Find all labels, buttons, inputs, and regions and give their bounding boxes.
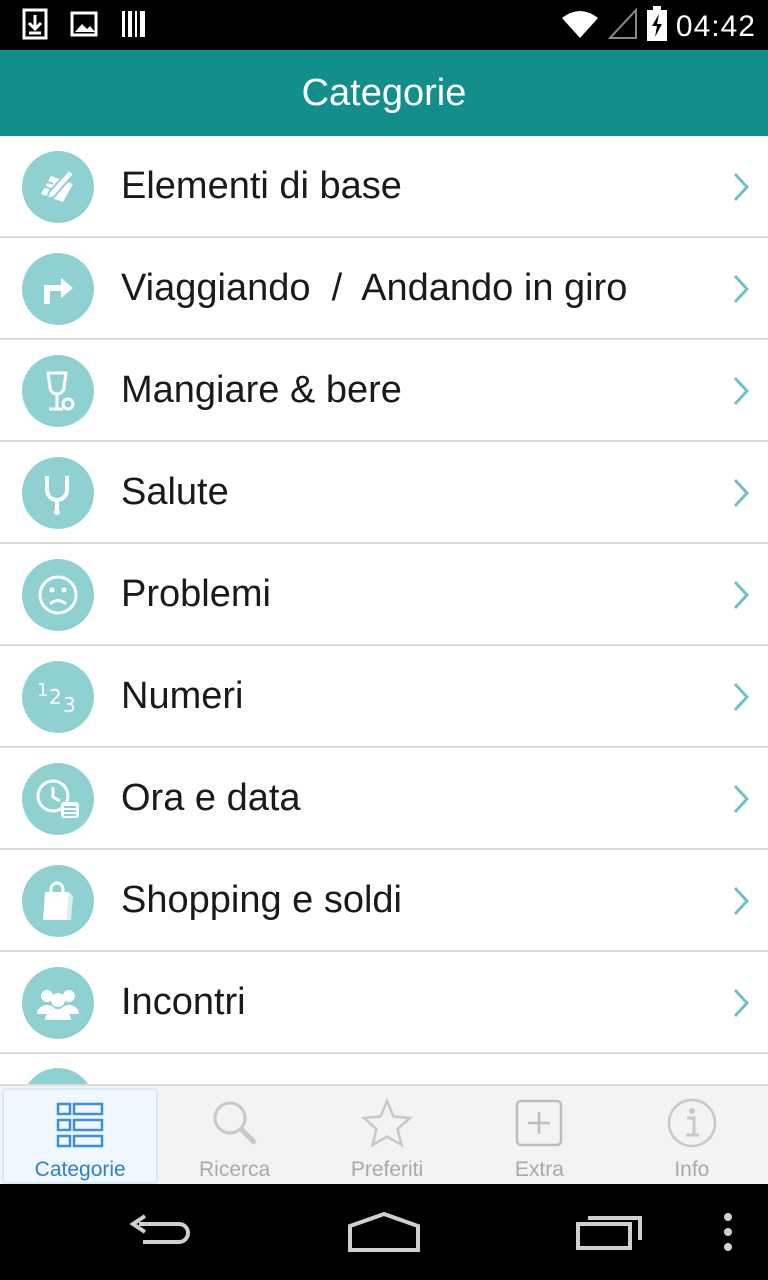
category-item-viaggiando[interactable]: Viaggiando / Andando in giro (0, 238, 768, 340)
shopping-bag-icon (22, 865, 94, 937)
chevron-right-icon (730, 884, 752, 918)
info-icon (665, 1096, 719, 1150)
tab-extra[interactable]: Extra (463, 1086, 615, 1184)
clock-calendar-icon (22, 763, 94, 835)
category-item-salute[interactable]: Salute (0, 442, 768, 544)
numbers-icon: 123 (22, 661, 94, 733)
chevron-right-icon (730, 782, 752, 816)
category-item-problemi[interactable]: Problemi (0, 544, 768, 646)
chevron-right-icon (730, 272, 752, 306)
category-item-ora-e-data[interactable]: Ora e data (0, 748, 768, 850)
status-time: 04:42 (675, 9, 756, 43)
category-label: Elementi di base (121, 164, 402, 207)
svg-text:2: 2 (49, 685, 62, 709)
tab-info[interactable]: Info (616, 1086, 768, 1184)
image-icon (70, 8, 98, 45)
category-label: Incontri (121, 980, 246, 1023)
category-label: Numeri (121, 674, 244, 717)
overflow-menu-icon[interactable] (718, 1208, 738, 1256)
category-item-partial[interactable] (0, 1054, 768, 1084)
tab-label: Preferiti (350, 1158, 424, 1181)
system-nav-bar (0, 1184, 768, 1280)
category-label: Salute (121, 470, 229, 513)
list-grid-icon (53, 1100, 107, 1150)
star-icon (360, 1096, 414, 1150)
tab-label: Categorie (34, 1158, 126, 1181)
chevron-right-icon (730, 170, 752, 204)
recent-apps-icon[interactable] (574, 1208, 646, 1256)
barcode-icon (120, 8, 148, 45)
people-icon (22, 967, 94, 1039)
wifi-icon (560, 8, 600, 45)
tab-ricerca[interactable]: Ricerca (158, 1086, 310, 1184)
sad-face-icon (22, 559, 94, 631)
category-item-incontri[interactable]: Incontri (0, 952, 768, 1054)
page-title: Categorie (301, 71, 467, 114)
pencil-paper-icon (22, 151, 94, 223)
tab-label: Extra (514, 1158, 564, 1181)
chevron-right-icon (730, 578, 752, 612)
category-label: Mangiare & bere (121, 368, 402, 411)
category-icon (22, 1068, 94, 1084)
category-label: Ora e data (121, 776, 301, 819)
category-label: Problemi (121, 572, 271, 615)
tab-label: Ricerca (199, 1158, 271, 1181)
category-item-numeri[interactable]: 123 Numeri (0, 646, 768, 748)
category-item-shopping-e-soldi[interactable]: Shopping e soldi (0, 850, 768, 952)
signal-icon (607, 7, 638, 45)
magnifier-icon (208, 1096, 262, 1150)
stethoscope-icon (22, 457, 94, 529)
back-icon[interactable] (124, 1208, 196, 1256)
tab-preferiti[interactable]: Preferiti (311, 1086, 463, 1184)
glass-icon (22, 355, 94, 427)
category-list[interactable]: Elementi di base Viaggiando / Andando in… (0, 136, 768, 1084)
chevron-right-icon (730, 680, 752, 714)
category-label: Shopping e soldi (121, 878, 402, 921)
turn-arrow-icon (22, 253, 94, 325)
chevron-right-icon (730, 476, 752, 510)
chevron-right-icon (730, 986, 752, 1020)
download-icon (22, 8, 48, 45)
svg-text:3: 3 (63, 693, 76, 717)
category-item-mangiare-bere[interactable]: Mangiare & bere (0, 340, 768, 442)
home-icon[interactable] (346, 1208, 422, 1256)
plus-box-icon (512, 1096, 566, 1150)
app-header: Categorie (0, 50, 768, 136)
tab-bar: Categorie Ricerca Preferiti Extra Info (0, 1084, 768, 1184)
category-label: Viaggiando / Andando in giro (121, 266, 628, 309)
chevron-right-icon (730, 374, 752, 408)
svg-text:1: 1 (37, 680, 48, 701)
tab-categorie[interactable]: Categorie (2, 1088, 159, 1184)
category-item-elementi-di-base[interactable]: Elementi di base (0, 136, 768, 238)
battery-charging-icon (646, 6, 668, 47)
status-bar: 04:42 (0, 0, 768, 50)
tab-label: Info (674, 1158, 710, 1181)
